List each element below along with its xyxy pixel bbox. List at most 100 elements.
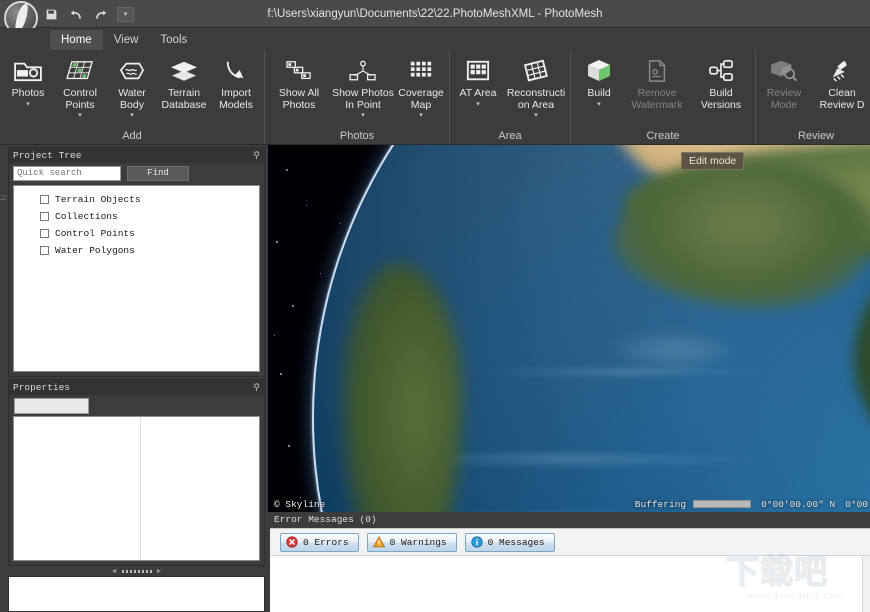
chevron-down-icon[interactable]: ▾ <box>117 7 134 22</box>
ribbon-button-control-points[interactable]: Control Points ▾ <box>54 54 106 120</box>
chevron-down-icon[interactable]: ▾ <box>419 112 423 120</box>
latitude-readout: 0°00'00.00" N <box>761 499 845 510</box>
tree-item-control-points[interactable]: Control Points <box>14 225 259 242</box>
clean-review-icon <box>826 56 858 86</box>
tree-item-label: Collections <box>55 211 118 222</box>
tab-home[interactable]: Home <box>50 30 103 50</box>
filter-messages-button[interactable]: 0 Messages <box>465 533 555 552</box>
filter-warnings-label: 0 Warnings <box>390 537 447 548</box>
filter-warnings-button[interactable]: 0 Warnings <box>367 533 457 552</box>
chevron-down-icon[interactable]: ▾ <box>534 112 538 120</box>
chevron-down-icon[interactable]: ▾ <box>476 101 480 109</box>
ribbon-button-label: Terrain Database <box>159 88 209 111</box>
left-dock-strip[interactable]: N <box>0 145 8 612</box>
ribbon-button-label: Build <box>587 88 610 100</box>
project-tree-search-row: Find <box>9 163 264 183</box>
globe-3d-view[interactable]: Edit mode © Skyline Buffering 0°00'00.00… <box>268 145 870 512</box>
ribbon-button-coverage-map[interactable]: Coverage Map ▾ <box>395 54 447 120</box>
ribbon-button-build-versions[interactable]: Build Versions <box>689 54 753 111</box>
ribbon-button-build[interactable]: Build ▾ <box>573 54 625 109</box>
ribbon-group-photos: Show All Photos Show Photos In Point ▾ C… <box>264 50 449 144</box>
ribbon-group-label: Area <box>452 128 568 144</box>
tree-item-water-polygons[interactable]: Water Polygons <box>14 242 259 259</box>
chevron-down-icon[interactable]: ▾ <box>26 101 30 109</box>
save-icon[interactable] <box>42 5 60 23</box>
find-button[interactable]: Find <box>127 166 189 181</box>
properties-tab[interactable] <box>14 398 89 414</box>
collapse-left-icon[interactable]: ◄ <box>111 568 118 575</box>
title-bar: ▾ f:\Users\xiangyun\Documents\22\22.Phot… <box>0 0 870 28</box>
checkbox[interactable] <box>40 246 49 255</box>
pin-icon[interactable]: ⚲ <box>253 383 260 392</box>
ribbon-button-at-area[interactable]: AT Area ▾ <box>452 54 504 109</box>
filter-messages-label: 0 Messages <box>488 537 545 548</box>
properties-value-column <box>141 417 259 560</box>
tree-item-terrain-objects[interactable]: Terrain Objects <box>14 191 259 208</box>
ribbon-tab-bar: Home View Tools <box>0 28 870 50</box>
redo-icon[interactable] <box>92 5 110 23</box>
tree-item-collections[interactable]: Collections <box>14 208 259 225</box>
ribbon-button-label: Coverage Map <box>396 88 446 111</box>
ribbon-button-reconstruction-area[interactable]: Reconstruction Area ▾ <box>504 54 568 120</box>
properties-grid[interactable] <box>13 416 260 561</box>
tab-tools[interactable]: Tools <box>149 30 198 50</box>
landmass-south-america <box>342 263 462 512</box>
ribbon-group-review: Review Mode Clean Review D Review <box>755 50 870 144</box>
collapse-right-icon[interactable]: ► <box>156 568 163 575</box>
properties-name-column <box>14 417 141 560</box>
chevron-down-icon[interactable]: ▾ <box>130 112 134 120</box>
undo-icon[interactable] <box>67 5 85 23</box>
ribbon-button-show-photos-in-point[interactable]: Show Photos In Point ▾ <box>331 54 395 120</box>
ribbon-button-terrain-database[interactable]: Terrain Database <box>158 54 210 111</box>
tree-item-label: Terrain Objects <box>55 194 141 205</box>
ribbon-button-water-body[interactable]: Water Body ▾ <box>106 54 158 120</box>
checkbox[interactable] <box>40 195 49 204</box>
ribbon-button-label: Clean Review D <box>811 88 870 111</box>
buffering-progress-bar <box>693 500 751 508</box>
ribbon-button-photos[interactable]: Photos ▾ <box>2 54 54 109</box>
panel-title: Error Messages (0) <box>274 514 377 525</box>
ribbon-button-label: Remove Watermark <box>626 88 688 111</box>
tree-item-label: Water Polygons <box>55 245 135 256</box>
chevron-down-icon[interactable]: ▾ <box>78 112 82 120</box>
checkbox[interactable] <box>40 212 49 221</box>
vertical-scrollbar[interactable] <box>862 556 870 612</box>
ribbon: Photos ▾ Control Points ▾ Water Body ▾ <box>0 50 870 145</box>
ribbon-button-label: AT Area <box>460 88 497 100</box>
ribbon-button-review-mode: Review Mode <box>758 54 810 111</box>
ribbon-group-label: Add <box>2 128 262 144</box>
quick-access-toolbar: ▾ <box>42 4 134 24</box>
checkbox[interactable] <box>40 229 49 238</box>
ribbon-button-label: Reconstruction Area <box>505 88 567 111</box>
warning-triangle-icon <box>373 536 385 548</box>
panel-splitter[interactable]: ◄ ► <box>8 567 265 576</box>
grip-dots <box>122 570 152 573</box>
ribbon-button-show-all-photos[interactable]: Show All Photos <box>267 54 331 111</box>
photomesh-window: ▾ f:\Users\xiangyun\Documents\22\22.Phot… <box>0 0 870 612</box>
chevron-down-icon[interactable]: ▾ <box>361 112 365 120</box>
ribbon-button-label: Photos <box>12 88 45 100</box>
longitude-readout: 0°00 <box>845 499 870 510</box>
tab-view[interactable]: View <box>103 30 150 50</box>
ribbon-button-label: Water Body <box>107 88 157 111</box>
properties-tab-row <box>9 395 264 414</box>
chevron-down-icon[interactable]: ▾ <box>597 101 601 109</box>
coverage-map-icon <box>405 56 437 86</box>
ribbon-button-clean-review-data[interactable]: Clean Review D <box>810 54 870 111</box>
search-input[interactable] <box>13 166 121 181</box>
project-tree-panel: Project Tree ⚲ Find Terrain Objects Coll… <box>8 147 265 377</box>
earth-globe[interactable] <box>314 145 870 512</box>
ribbon-button-label: Import Models <box>211 88 261 111</box>
error-messages-list[interactable] <box>270 555 870 612</box>
ribbon-group-add: Photos ▾ Control Points ▾ Water Body ▾ <box>0 50 264 144</box>
pin-icon[interactable]: ⚲ <box>253 151 260 160</box>
error-messages-toolbar: 0 Errors 0 Warnings 0 Messages <box>270 528 870 555</box>
build-cube-icon <box>583 56 615 86</box>
filter-errors-button[interactable]: 0 Errors <box>280 533 359 552</box>
panel-title: Project Tree <box>13 150 253 161</box>
edit-mode-badge[interactable]: Edit mode <box>681 152 744 170</box>
ribbon-group-area: AT Area ▾ Reconstruction Area ▾ Area <box>449 50 570 144</box>
ribbon-group-create: Build ▾ Remove Watermark Build Versions … <box>570 50 755 144</box>
ribbon-button-import-models[interactable]: Import Models <box>210 54 262 111</box>
copyright-label: © Skyline <box>268 499 635 510</box>
